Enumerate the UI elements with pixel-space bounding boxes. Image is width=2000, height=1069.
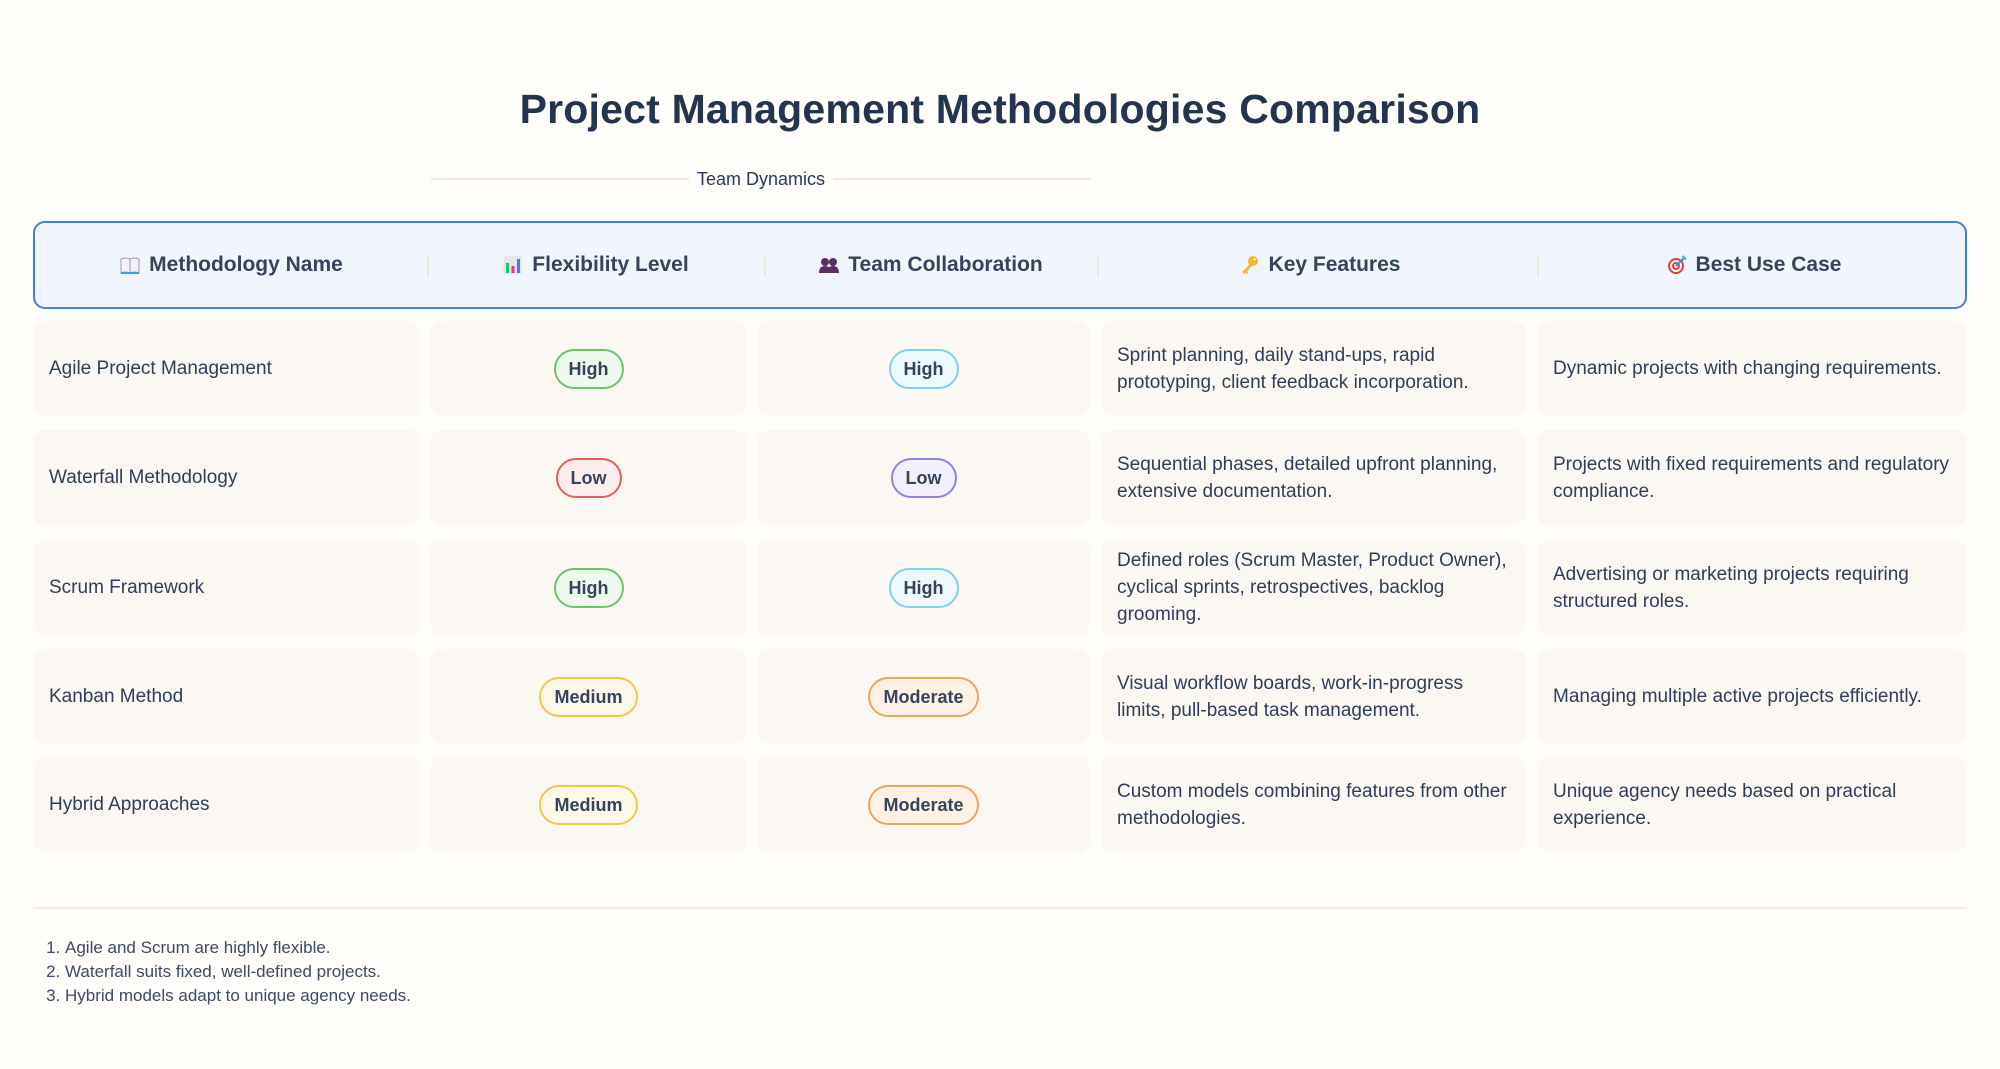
key-features-text: Custom models combining features from ot… [1117,780,1507,829]
key-features-cell: Visual workflow boards, work-in-progress… [1101,649,1526,744]
flexibility-cell: Low [430,430,747,525]
collaboration-badge: Moderate [868,784,979,825]
collaboration-cell: High [757,321,1090,416]
column-header-methodology[interactable]: Methodology Name [35,223,427,307]
methodology-name-cell: Kanban Method [33,649,420,744]
use-case-text: Managing multiple active projects effici… [1553,686,1922,707]
key-icon [1241,256,1258,274]
key-features-cell: Sprint planning, daily stand-ups, rapid … [1101,321,1526,416]
collaboration-badge: High [888,348,959,389]
column-header-label: Best Use Case [1695,253,1842,276]
use-case-text: Unique agency needs based on practical e… [1553,780,1897,829]
methodology-name-text: Hybrid Approaches [49,794,210,815]
header-divider [1537,255,1539,277]
people-icon [819,258,840,273]
flexibility-cell: Medium [430,649,747,744]
methodology-name-text: Waterfall Methodology [49,467,238,488]
key-features-cell: Sequential phases, detailed upfront plan… [1101,430,1526,525]
methodology-name-text: Kanban Method [49,686,184,707]
use-case-text: Advertising or marketing projects requir… [1553,563,1909,612]
collaboration-badge: High [888,567,959,608]
key-features-cell: Custom models combining features from ot… [1101,757,1526,852]
collaboration-cell: Moderate [757,757,1090,852]
collaboration-cell: Moderate [757,649,1090,744]
header-divider [1097,255,1099,277]
methodology-name-cell: Scrum Framework [33,540,420,635]
methodology-name-text: Agile Project Management [49,358,272,379]
flexibility-cell: High [430,321,747,416]
use-case-cell: Advertising or marketing projects requir… [1537,540,1967,635]
subtitle-line-right [833,178,1091,180]
bar-chart-icon [504,256,523,274]
subtitle: Team Dynamics [431,166,1091,192]
flexibility-badge: Low [555,457,622,498]
table-header: Methodology Name Flexibility Level Team … [33,221,1967,309]
collaboration-badge: Moderate [868,676,979,717]
target-icon [1667,255,1687,274]
collaboration-cell: High [757,540,1090,635]
column-header-collaboration[interactable]: Team Collaboration [759,223,1102,307]
subtitle-line-left [431,178,689,180]
methodology-name-cell: Hybrid Approaches [33,757,420,852]
flexibility-cell: Medium [430,757,747,852]
column-header-features[interactable]: Key Features [1102,223,1537,307]
key-features-cell: Defined roles (Scrum Master, Product Own… [1101,540,1526,635]
header-divider [427,255,429,277]
key-features-text: Visual workflow boards, work-in-progress… [1117,672,1463,721]
column-header-label: Methodology Name [149,253,343,276]
open-book-icon [120,257,140,274]
use-case-text: Dynamic projects with changing requireme… [1553,358,1942,379]
column-header-label: Team Collaboration [848,253,1043,276]
flexibility-badge: Medium [539,676,638,717]
methodology-name-cell: Agile Project Management [33,321,420,416]
column-header-use-case[interactable]: Best Use Case [1542,223,1965,307]
note-item: Hybrid models adapt to unique agency nee… [65,984,411,1008]
flexibility-badge: High [553,348,624,389]
methodology-name-text: Scrum Framework [49,577,205,598]
use-case-cell: Dynamic projects with changing requireme… [1537,321,1967,416]
flexibility-cell: High [430,540,747,635]
column-header-label: Key Features [1268,253,1401,276]
subtitle-text: Team Dynamics [696,168,826,189]
column-header-flexibility[interactable]: Flexibility Level [432,223,759,307]
column-header-label: Flexibility Level [532,253,689,276]
use-case-text: Projects with fixed requirements and reg… [1553,453,1950,502]
note-item: Agile and Scrum are highly flexible. [65,936,411,960]
flexibility-badge: High [553,567,624,608]
use-case-cell: Unique agency needs based on practical e… [1537,757,1967,852]
flexibility-badge: Medium [539,784,638,825]
use-case-cell: Managing multiple active projects effici… [1537,649,1967,744]
page-title: Project Management Methodologies Compari… [519,86,1481,132]
methodology-name-cell: Waterfall Methodology [33,430,420,525]
use-case-cell: Projects with fixed requirements and reg… [1537,430,1967,525]
collaboration-badge: Low [890,457,957,498]
key-features-text: Sprint planning, daily stand-ups, rapid … [1117,344,1469,393]
key-features-text: Sequential phases, detailed upfront plan… [1117,453,1498,502]
notes-list: Agile and Scrum are highly flexible.Wate… [45,936,411,1008]
collaboration-cell: Low [757,430,1090,525]
footer-divider [33,907,1967,909]
note-item: Waterfall suits fixed, well-defined proj… [65,960,411,984]
key-features-text: Defined roles (Scrum Master, Product Own… [1117,550,1507,625]
